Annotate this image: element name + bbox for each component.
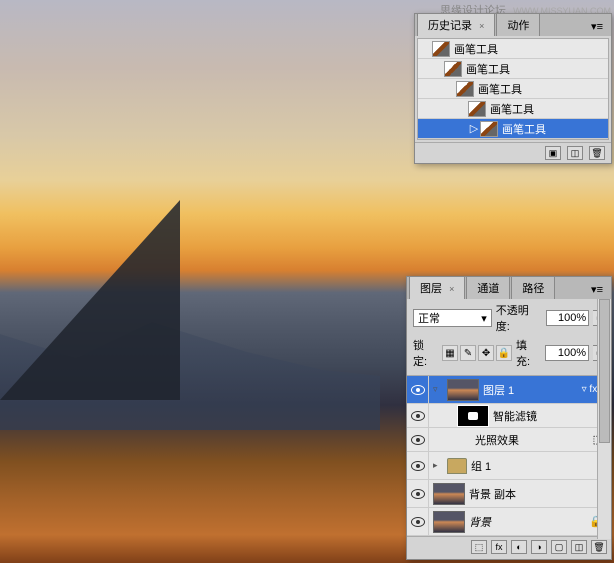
link-layers-icon[interactable]: ⬚ (471, 540, 487, 554)
eye-icon (411, 489, 425, 499)
tab-history-label: 历史记录 (428, 20, 472, 32)
layer-thumbnail[interactable] (433, 483, 465, 505)
close-icon[interactable]: × (479, 21, 484, 31)
layer-name: 背景 (469, 514, 491, 530)
visibility-toggle[interactable] (407, 452, 429, 479)
image-mountain-fg (0, 200, 180, 400)
visibility-toggle[interactable] (407, 404, 429, 427)
eye-icon (411, 461, 425, 471)
mask-icon[interactable]: ◐ (511, 540, 527, 554)
history-panel: 历史记录 × 动作 ▾≡ 画笔工具 画笔工具 画笔工具 画笔工具 ▷ 画笔工具 (414, 13, 612, 164)
lock-position-icon[interactable]: ✥ (478, 345, 494, 361)
history-item-selected[interactable]: ▷ 画笔工具 (418, 119, 608, 139)
opacity-label: 不透明度: (496, 302, 542, 334)
eye-icon (411, 435, 425, 445)
folder-icon (447, 458, 467, 474)
history-tab-bar: 历史记录 × 动作 ▾≡ (415, 14, 611, 36)
eye-icon (411, 411, 425, 421)
eye-icon (411, 385, 425, 395)
tab-channels-label: 通道 (477, 283, 499, 295)
trash-icon[interactable]: 🗑 (591, 540, 607, 554)
visibility-toggle[interactable] (407, 376, 429, 403)
layer-list: ▿ 图层 1 ▿ fx ▾ 智能滤镜 光照效果 ⬚ ▸ (407, 375, 611, 536)
layer-row-effect[interactable]: 光照效果 ⬚ (407, 428, 611, 452)
panel-menu-icon[interactable]: ▾≡ (583, 280, 611, 299)
layer-row-background[interactable]: 背景 🔒 (407, 508, 611, 536)
close-icon[interactable]: × (449, 284, 454, 294)
expand-icon[interactable]: ▸ (433, 460, 443, 471)
scrollbar[interactable] (597, 299, 611, 539)
history-item-label: 画笔工具 (454, 41, 498, 57)
tab-actions-label: 动作 (507, 20, 529, 32)
layer-thumbnail[interactable] (433, 511, 465, 533)
blend-mode-select[interactable]: 正常 ▾ (413, 309, 492, 327)
layer-name: 组 1 (471, 458, 491, 474)
visibility-toggle[interactable] (407, 480, 429, 507)
history-item-label: 画笔工具 (478, 81, 522, 97)
brush-icon (432, 41, 450, 57)
history-item[interactable]: 画笔工具 (418, 59, 608, 79)
tab-paths-label: 路径 (522, 283, 544, 295)
tab-layers[interactable]: 图层 × (409, 276, 465, 299)
layer-row-group[interactable]: ▸ 组 1 (407, 452, 611, 480)
brush-icon (456, 81, 474, 97)
chevron-down-icon: ▾ (481, 312, 487, 325)
lock-image-icon[interactable]: ✎ (460, 345, 476, 361)
scrollbar-thumb[interactable] (599, 299, 610, 443)
eye-icon (411, 517, 425, 527)
lock-all-icon[interactable]: 🔒 (496, 345, 512, 361)
layers-tab-bar: 图层 × 通道 路径 ▾≡ (407, 277, 611, 299)
tab-layers-label: 图层 (420, 283, 442, 295)
layer-thumbnail[interactable] (447, 379, 479, 401)
fill-input[interactable]: 100% (545, 345, 589, 361)
opacity-input[interactable]: 100% (546, 310, 589, 326)
layer-row-smartfilter[interactable]: 智能滤镜 (407, 404, 611, 428)
history-item-label: 画笔工具 (466, 61, 510, 77)
lock-transparent-icon[interactable]: ▦ (442, 345, 458, 361)
history-footer: ▣ ◫ 🗑 (415, 142, 611, 163)
layer-name: 光照效果 (475, 432, 519, 448)
expand-icon[interactable]: ▿ (433, 384, 443, 395)
brush-icon (480, 121, 498, 137)
layer-name: 图层 1 (483, 382, 514, 398)
history-item-label: 画笔工具 (502, 121, 546, 137)
history-item[interactable]: 画笔工具 (418, 39, 608, 59)
layer-name: 背景 副本 (469, 486, 516, 502)
history-item[interactable]: 画笔工具 (418, 99, 608, 119)
fill-label: 填充: (516, 337, 541, 369)
visibility-toggle[interactable] (407, 428, 429, 451)
tab-paths[interactable]: 路径 (511, 276, 555, 299)
history-item[interactable]: 画笔工具 (418, 79, 608, 99)
blend-mode-value: 正常 (418, 310, 440, 326)
brush-icon (444, 61, 462, 77)
brush-icon (468, 101, 486, 117)
visibility-toggle[interactable] (407, 508, 429, 535)
tab-history[interactable]: 历史记录 × (417, 13, 495, 36)
filter-mask-thumbnail[interactable] (457, 405, 489, 427)
fx-icon[interactable]: fx (491, 540, 507, 554)
adjustment-icon[interactable]: ◑ (531, 540, 547, 554)
history-new-icon[interactable]: ◫ (567, 146, 583, 160)
layer-name: 智能滤镜 (493, 408, 537, 424)
group-icon[interactable]: ▢ (551, 540, 567, 554)
tab-actions[interactable]: 动作 (496, 13, 540, 36)
history-list: 画笔工具 画笔工具 画笔工具 画笔工具 ▷ 画笔工具 (417, 38, 609, 140)
layers-footer: ⬚ fx ◐ ◑ ▢ ◫ 🗑 (407, 536, 611, 557)
trash-icon[interactable]: 🗑 (589, 146, 605, 160)
layer-controls: 正常 ▾ 不透明度: 100% ▸ 锁定: ▦ ✎ ✥ 🔒 填充: 100% ▸ (407, 299, 611, 375)
history-item-label: 画笔工具 (490, 101, 534, 117)
new-layer-icon[interactable]: ◫ (571, 540, 587, 554)
tab-channels[interactable]: 通道 (466, 276, 510, 299)
layer-row[interactable]: 背景 副本 (407, 480, 611, 508)
lock-label: 锁定: (413, 337, 438, 369)
history-snapshot-icon[interactable]: ▣ (545, 146, 561, 160)
layer-row-selected[interactable]: ▿ 图层 1 ▿ fx ▾ (407, 376, 611, 404)
history-cursor-icon: ▷ (468, 122, 480, 135)
panel-menu-icon[interactable]: ▾≡ (583, 17, 611, 36)
layers-panel: 图层 × 通道 路径 ▾≡ 正常 ▾ 不透明度: 100% ▸ 锁定: ▦ ✎ … (406, 276, 612, 560)
